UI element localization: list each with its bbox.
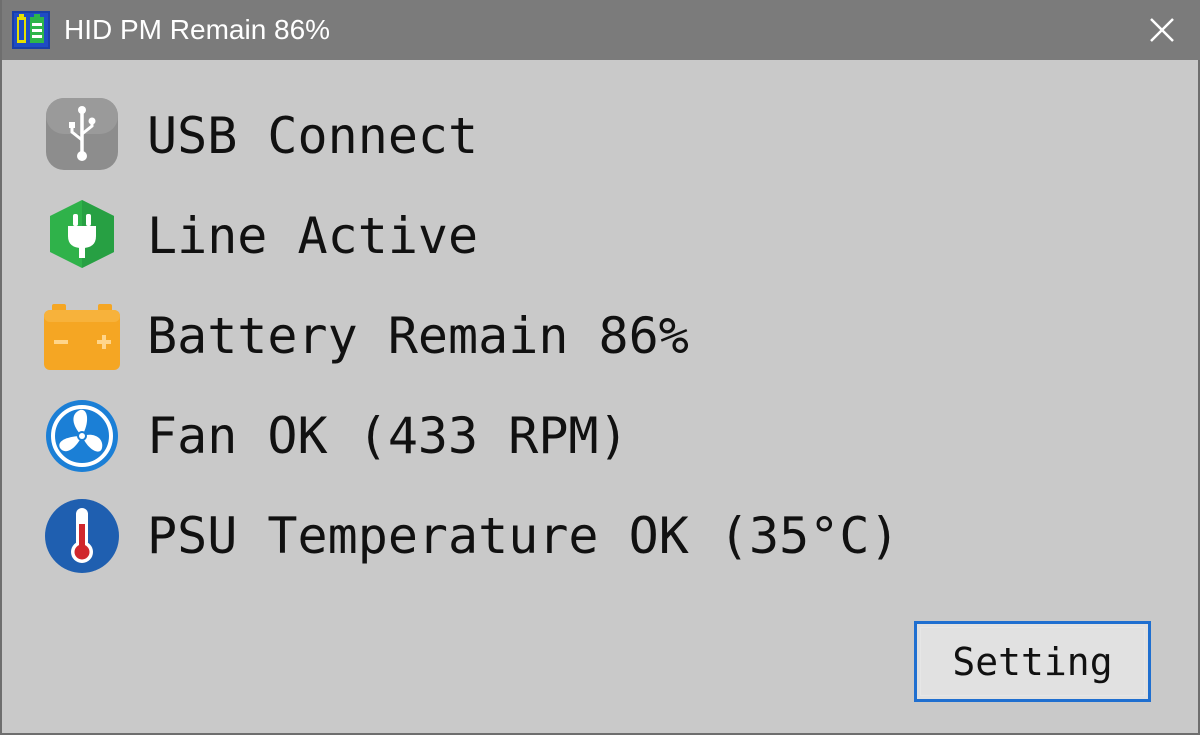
usb-status-label: USB Connect — [147, 107, 479, 165]
title-bar[interactable]: HID PM Remain 86% — [2, 0, 1200, 60]
close-button[interactable] — [1122, 0, 1200, 60]
setting-button-label: Setting — [952, 639, 1113, 684]
fan-icon — [42, 396, 122, 476]
line-status-label: Line Active — [147, 207, 479, 265]
status-row-fan: Fan OK (433 RPM) — [42, 396, 629, 476]
status-row-battery: Battery Remain 86% — [42, 296, 689, 376]
thermometer-icon — [42, 496, 122, 576]
setting-button[interactable]: Setting — [914, 621, 1151, 702]
status-row-temperature: PSU Temperature OK (35°C) — [42, 496, 900, 576]
close-icon — [1150, 18, 1174, 42]
status-row-line: Line Active — [42, 196, 478, 276]
fan-status-label: Fan OK (433 RPM) — [147, 407, 629, 465]
battery-icon — [42, 296, 122, 376]
temperature-status-label: PSU Temperature OK (35°C) — [147, 507, 900, 565]
usb-icon — [42, 96, 122, 176]
status-row-usb: USB Connect — [42, 96, 478, 176]
battery-app-icon — [12, 11, 50, 49]
window-title: HID PM Remain 86% — [64, 14, 331, 45]
app-window: HID PM Remain 86% USB Connect Line Activ… — [0, 0, 1200, 735]
battery-status-label: Battery Remain 86% — [147, 307, 689, 365]
power-plug-icon — [42, 196, 122, 276]
